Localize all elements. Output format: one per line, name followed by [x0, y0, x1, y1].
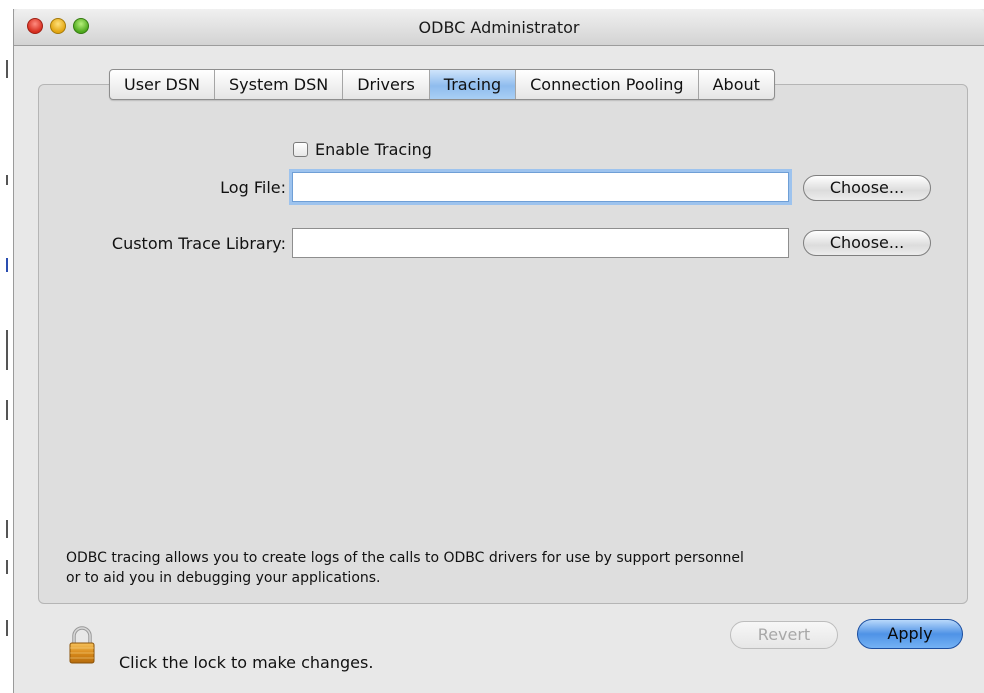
log-file-choose-button[interactable]: Choose...	[803, 175, 931, 201]
tab-connection-pooling[interactable]: Connection Pooling	[516, 70, 699, 99]
custom-trace-library-label: Custom Trace Library:	[111, 234, 286, 253]
apply-button[interactable]: Apply	[857, 619, 963, 649]
tab-drivers[interactable]: Drivers	[343, 70, 430, 99]
custom-trace-library-input[interactable]	[292, 228, 789, 258]
log-file-input[interactable]	[292, 172, 789, 202]
lock-icon[interactable]	[68, 625, 96, 665]
window-title: ODBC Administrator	[418, 18, 580, 37]
description-line: ODBC tracing allows you to create logs o…	[66, 550, 744, 566]
tab-system-dsn[interactable]: System DSN	[215, 70, 344, 99]
lock-instruction-text: Click the lock to make changes.	[119, 653, 374, 672]
tab-user-dsn[interactable]: User DSN	[110, 70, 215, 99]
description-line: or to aid you in debugging your applicat…	[66, 570, 381, 586]
tab-content-pane	[38, 84, 968, 604]
enable-tracing-checkbox[interactable]	[293, 142, 308, 157]
tab-bar: User DSN System DSN Drivers Tracing Conn…	[109, 69, 775, 100]
tab-about[interactable]: About	[699, 70, 774, 99]
tab-tracing[interactable]: Tracing	[429, 70, 517, 99]
odbc-administrator-window: ODBC Administrator User DSN System DSN D…	[13, 9, 984, 693]
log-file-label: Log File:	[220, 178, 286, 197]
custom-library-choose-button[interactable]: Choose...	[803, 230, 931, 256]
tracing-description: ODBC tracing allows you to create logs o…	[66, 548, 866, 588]
enable-tracing-row[interactable]: Enable Tracing	[293, 140, 432, 159]
title-bar[interactable]: ODBC Administrator	[14, 9, 984, 46]
enable-tracing-label[interactable]: Enable Tracing	[315, 140, 432, 159]
background-window-edge	[0, 0, 14, 693]
revert-button[interactable]: Revert	[730, 621, 838, 649]
